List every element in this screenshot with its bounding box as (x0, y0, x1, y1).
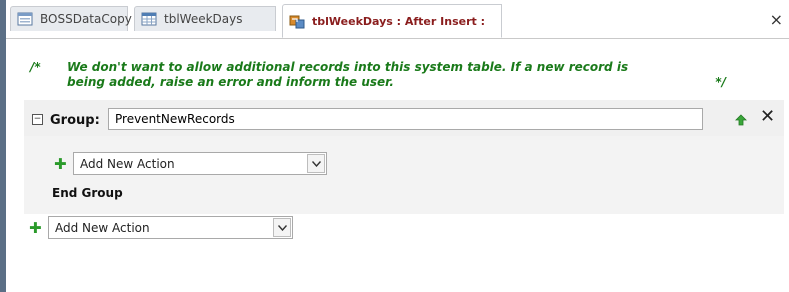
comment-open-marker: /* (30, 60, 41, 74)
arrow-up-icon (735, 114, 747, 126)
tab-tblweekdays[interactable]: tblWeekDays (134, 6, 276, 31)
comment-line-2: being added, raise an error and inform t… (67, 75, 394, 89)
move-up-button[interactable] (735, 114, 747, 129)
tab-label: BOSSDataCopy (40, 12, 132, 26)
window-left-border (0, 0, 6, 292)
end-group-label: End Group (52, 186, 123, 200)
select-value: Add New Action (80, 156, 175, 171)
macro-icon (289, 13, 305, 29)
tab-label: tblWeekDays (164, 12, 243, 26)
group-block: − Group: ✕ ✚ Add New Action End Group (24, 100, 784, 214)
close-document-button[interactable]: × (770, 10, 783, 29)
chevron-down-icon[interactable] (307, 154, 325, 173)
delete-group-button[interactable]: ✕ (760, 106, 775, 127)
document-tab-bar: BOSSDataCopy tblWeekDays tblWeekDays : A… (6, 0, 789, 39)
macro-comment[interactable]: /* We don't want to allow additional rec… (30, 60, 740, 90)
chevron-down-icon[interactable] (273, 218, 291, 237)
add-action-plus-icon: ✚ (29, 219, 42, 237)
table-icon (141, 11, 157, 27)
add-action-plus-icon: ✚ (54, 155, 67, 173)
group-name-input[interactable] (108, 108, 703, 130)
select-value: Add New Action (55, 220, 150, 235)
group-label: Group: (50, 113, 100, 128)
comment-line-1: We don't want to allow additional record… (67, 60, 629, 74)
tab-bossdatacopy[interactable]: BOSSDataCopy (10, 6, 132, 31)
tab-label: tblWeekDays : After Insert : (312, 14, 485, 28)
form-icon (17, 11, 33, 27)
inner-add-new-action-select[interactable]: Add New Action (73, 152, 327, 175)
group-header: − Group: ✕ (24, 100, 784, 136)
outer-add-new-action-select[interactable]: Add New Action (48, 216, 293, 239)
tab-after-insert-macro[interactable]: tblWeekDays : After Insert : (282, 4, 502, 38)
comment-close-marker: */ (715, 75, 726, 89)
collapse-toggle[interactable]: − (32, 114, 43, 125)
